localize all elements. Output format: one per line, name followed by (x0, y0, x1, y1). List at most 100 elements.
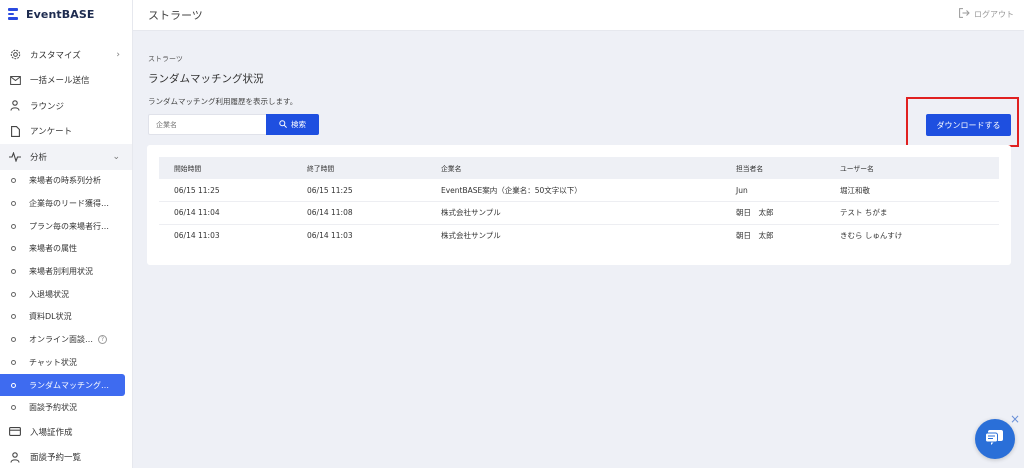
cell-start-time: 06/14 11:03 (174, 231, 220, 240)
table-header-row: 開始時間 終了時間 企業名 担当者名 ユーザー名 (159, 157, 999, 179)
sidebar-subitem-label: プラン毎の来場者行… (29, 221, 109, 231)
sidebar-subitem-label: 入退場状況 (29, 289, 69, 299)
document-icon (9, 125, 21, 137)
company-search-input[interactable] (148, 114, 267, 135)
cell-start-time: 06/15 11:25 (159, 179, 292, 202)
sidebar-subitem-lead-acquisition[interactable]: 企業毎のリード獲得… (0, 192, 132, 215)
sidebar-nav: カスタマイズ › 一括メール送信 ラウンジ アンケート 分析 ⌄ 来場者の時系列… (0, 42, 132, 468)
circle-icon (11, 337, 16, 343)
sidebar-subitem-label: ランダムマッチング… (29, 380, 109, 390)
sidebar-item-meeting-list[interactable]: 面談予約一覧 (0, 445, 132, 468)
search-button-label: 検索 (291, 120, 306, 129)
sidebar-subitem-downloads[interactable]: 資料DL状況 (0, 306, 132, 329)
sidebar-subitem-label: 企業毎のリード獲得… (29, 199, 109, 209)
cell-user: 堀江和敬 (825, 179, 999, 202)
sidebar-item-label: 入場証作成 (30, 427, 73, 438)
sidebar: EventBASE カスタマイズ › 一括メール送信 ラウンジ アンケート 分析… (0, 0, 133, 468)
header-title: ストラーツ (148, 9, 203, 22)
sidebar-subitem-label: 面談予約状況 (29, 403, 77, 413)
results-card: 開始時間 終了時間 企業名 担当者名 ユーザー名 06/15 11:25 06/… (147, 145, 1011, 265)
sidebar-item-entry-pass[interactable]: 入場証作成 (0, 419, 132, 445)
logout-button[interactable]: ログアウト (959, 8, 1014, 20)
pulse-icon (9, 151, 21, 163)
sidebar-subitem-usage[interactable]: 来場者別利用状況 (0, 260, 132, 283)
sidebar-item-label: 面談予約一覧 (30, 453, 82, 464)
mail-icon (9, 74, 21, 86)
app-logo[interactable]: EventBASE (0, 0, 132, 28)
main-content: ストラーツ ランダムマッチング状況 ランダムマッチング利用履歴を表示します。 検… (133, 31, 1024, 468)
close-icon[interactable]: × (1010, 413, 1022, 425)
cell-user: きむら しゅんすけ (840, 231, 903, 240)
sidebar-subitem-label: 来場者の時系列分析 (29, 176, 101, 186)
sidebar-item-survey[interactable]: アンケート (0, 119, 132, 145)
cell-company: 株式会社サンプル (426, 201, 721, 225)
circle-icon (11, 246, 16, 252)
column-header-company: 企業名 (426, 157, 721, 179)
sidebar-subitem-plan-behavior[interactable]: プラン毎の来場者行… (0, 215, 132, 238)
sidebar-subitem-meeting-reservations[interactable]: 面談予約状況 (0, 396, 132, 419)
cell-staff: Jun (721, 179, 825, 202)
download-button[interactable]: ダウンロードする (926, 114, 1011, 136)
sidebar-item-analytics[interactable]: 分析 ⌄ (0, 144, 132, 170)
circle-icon (11, 223, 16, 229)
column-header-user: ユーザー名 (825, 157, 999, 179)
chevron-right-icon: › (116, 49, 120, 60)
breadcrumb[interactable]: ストラーツ (148, 54, 183, 64)
sidebar-subitem-label: 来場者の属性 (29, 244, 77, 254)
circle-icon (11, 382, 16, 388)
gear-icon (9, 49, 21, 61)
sidebar-item-lounge[interactable]: ラウンジ (0, 93, 132, 119)
circle-icon (11, 269, 16, 275)
cell-end-time: 06/15 11:25 (292, 179, 426, 202)
sidebar-subitem-online-meeting[interactable]: オンライン面談…? (0, 328, 132, 351)
sidebar-item-label: アンケート (30, 127, 73, 138)
table-row: 06/14 11:03 06/14 11:03 株式会社サンプル 朝日 太郎 き… (159, 224, 999, 247)
top-header: ストラーツ ログアウト (133, 0, 1024, 31)
logout-icon (959, 8, 970, 20)
sidebar-item-label: カスタマイズ (30, 50, 81, 61)
cell-company: 株式会社サンプル (441, 231, 501, 240)
sidebar-subitem-random-matching[interactable]: ランダムマッチング… (0, 373, 125, 397)
person-icon (9, 100, 21, 112)
page-title: ランダムマッチング状況 (148, 73, 264, 85)
column-header-start-time: 開始時間 (159, 157, 292, 179)
circle-icon (11, 405, 16, 411)
table-row: 06/15 11:25 06/15 11:25 EventBASE案内（企業名：… (159, 179, 999, 202)
cell-user: テスト ちがま (825, 201, 999, 225)
sidebar-subitem-entry-exit[interactable]: 入退場状況 (0, 283, 132, 306)
cell-end-time: 06/14 11:08 (292, 201, 426, 225)
sidebar-subitem-label: 来場者別利用状況 (29, 267, 93, 277)
column-header-staff: 担当者名 (721, 157, 825, 179)
circle-icon (11, 201, 16, 207)
cell-staff: 朝日 太郎 (736, 231, 774, 240)
chat-bubble-icon (985, 429, 1005, 450)
matching-history-table: 開始時間 終了時間 企業名 担当者名 ユーザー名 06/15 11:25 06/… (159, 157, 999, 247)
sidebar-subitem-label: 資料DL状況 (29, 312, 72, 322)
table-row: 06/14 11:04 06/14 11:08 株式会社サンプル 朝日 太郎 テ… (159, 201, 999, 225)
sidebar-item-label: 分析 (30, 152, 48, 163)
cell-end-time: 06/14 11:03 (307, 231, 353, 240)
circle-icon (11, 178, 16, 184)
sidebar-item-customize[interactable]: カスタマイズ › (0, 42, 132, 68)
cell-company: EventBASE案内（企業名：50文字以下） (426, 179, 721, 202)
chat-widget-button[interactable] (975, 419, 1015, 459)
sidebar-subitem-label: チャット状況 (29, 357, 77, 367)
circle-icon (11, 359, 16, 365)
logout-label: ログアウト (974, 9, 1014, 19)
circle-icon (11, 291, 16, 297)
eventbase-logo-icon (8, 8, 20, 20)
search-icon (279, 119, 287, 130)
chevron-down-icon: ⌄ (112, 151, 120, 162)
sidebar-item-label: 一括メール送信 (30, 76, 90, 87)
help-icon[interactable]: ? (98, 335, 107, 345)
sidebar-item-bulk-mail[interactable]: 一括メール送信 (0, 68, 132, 94)
sidebar-subitem-chat[interactable]: チャット状況 (0, 351, 132, 374)
app-name: EventBASE (26, 7, 95, 21)
sidebar-subitem-attributes[interactable]: 来場者の属性 (0, 238, 132, 261)
column-header-end-time: 終了時間 (292, 157, 426, 179)
person-icon (9, 451, 21, 463)
sidebar-item-label: ラウンジ (30, 101, 65, 112)
page-description: ランダムマッチング利用履歴を表示します。 (148, 97, 298, 106)
search-button[interactable]: 検索 (266, 114, 319, 135)
sidebar-subitem-time-series[interactable]: 来場者の時系列分析 (0, 170, 132, 193)
